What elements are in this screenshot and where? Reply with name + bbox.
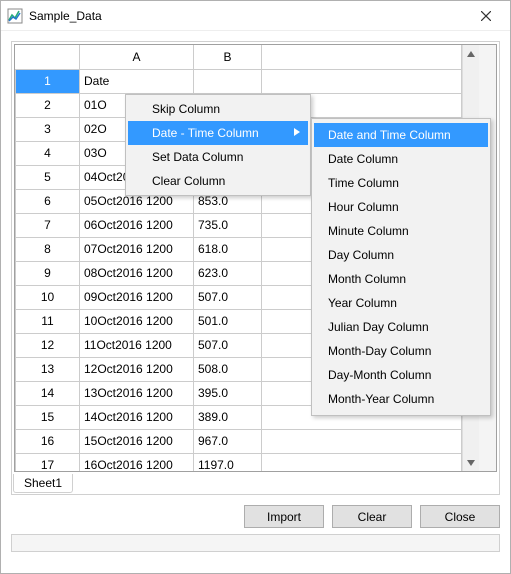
statusbar xyxy=(11,534,500,552)
row-header[interactable]: 12 xyxy=(16,333,80,357)
row-header[interactable]: 11 xyxy=(16,309,80,333)
dialog-body: A B 1Date201O302O403O504Oct2016 1200852.… xyxy=(1,31,510,573)
col-header-b[interactable]: B xyxy=(194,45,262,69)
cell-empty[interactable] xyxy=(262,429,462,453)
row-header[interactable]: 8 xyxy=(16,237,80,261)
cell-a[interactable]: 13Oct2016 1200 xyxy=(80,381,194,405)
scroll-down-icon[interactable] xyxy=(463,454,479,471)
cell-b[interactable]: 623.0 xyxy=(194,261,262,285)
submenu-item[interactable]: Day Column xyxy=(314,243,488,267)
submenu-item[interactable]: Julian Day Column xyxy=(314,315,488,339)
close-icon[interactable] xyxy=(466,2,506,30)
row-header[interactable]: 2 xyxy=(16,93,80,117)
cell-a[interactable]: 08Oct2016 1200 xyxy=(80,261,194,285)
menu-clear-column[interactable]: Clear Column xyxy=(128,169,308,193)
submenu-item[interactable]: Time Column xyxy=(314,171,488,195)
row-header[interactable]: 17 xyxy=(16,453,80,472)
button-row: Import Clear Close xyxy=(11,505,500,528)
cell-a[interactable]: 12Oct2016 1200 xyxy=(80,357,194,381)
submenu-arrow-icon xyxy=(294,128,300,139)
cell-b[interactable]: 967.0 xyxy=(194,429,262,453)
cell-empty[interactable] xyxy=(262,69,462,93)
sheet-tabs: Sheet1 xyxy=(14,472,497,494)
row-header[interactable]: 1 xyxy=(16,69,80,93)
row-header[interactable]: 15 xyxy=(16,405,80,429)
cell-b[interactable]: 1197.0 xyxy=(194,453,262,472)
window-title: Sample_Data xyxy=(29,9,466,23)
tab-sheet1[interactable]: Sheet1 xyxy=(13,474,73,493)
table-row: 1615Oct2016 1200967.0 xyxy=(16,429,462,453)
menu-datetime-column[interactable]: Date - Time Column xyxy=(128,121,308,145)
cell-b[interactable]: 508.0 xyxy=(194,357,262,381)
cell-b[interactable] xyxy=(194,69,262,93)
cell-a[interactable]: 16Oct2016 1200 xyxy=(80,453,194,472)
table-row: 1Date xyxy=(16,69,462,93)
cell-a[interactable]: 06Oct2016 1200 xyxy=(80,213,194,237)
col-header-empty[interactable] xyxy=(262,45,462,69)
row-header[interactable]: 13 xyxy=(16,357,80,381)
cell-a[interactable]: Date xyxy=(80,69,194,93)
cell-a[interactable]: 07Oct2016 1200 xyxy=(80,237,194,261)
submenu-item[interactable]: Month Column xyxy=(314,267,488,291)
app-icon xyxy=(7,8,23,24)
context-menu-column: Skip Column Date - Time Column Set Data … xyxy=(125,94,311,196)
cell-a[interactable]: 09Oct2016 1200 xyxy=(80,285,194,309)
cell-b[interactable]: 618.0 xyxy=(194,237,262,261)
close-button[interactable]: Close xyxy=(420,505,500,528)
row-header[interactable]: 4 xyxy=(16,141,80,165)
submenu-item[interactable]: Minute Column xyxy=(314,219,488,243)
menu-datetime-label: Date - Time Column xyxy=(152,126,259,140)
submenu-item[interactable]: Date and Time Column xyxy=(314,123,488,147)
table-row: 1716Oct2016 12001197.0 xyxy=(16,453,462,472)
cell-b[interactable]: 389.0 xyxy=(194,405,262,429)
cell-empty[interactable] xyxy=(262,453,462,472)
row-header[interactable]: 7 xyxy=(16,213,80,237)
submenu-item[interactable]: Hour Column xyxy=(314,195,488,219)
import-button[interactable]: Import xyxy=(244,505,324,528)
cell-b[interactable]: 507.0 xyxy=(194,285,262,309)
row-header[interactable]: 5 xyxy=(16,165,80,189)
submenu-datetime: Date and Time ColumnDate ColumnTime Colu… xyxy=(311,118,491,416)
row-header[interactable]: 6 xyxy=(16,189,80,213)
submenu-item[interactable]: Year Column xyxy=(314,291,488,315)
clear-button[interactable]: Clear xyxy=(332,505,412,528)
cell-a[interactable]: 11Oct2016 1200 xyxy=(80,333,194,357)
cell-a[interactable]: 15Oct2016 1200 xyxy=(80,429,194,453)
menu-set-data-column[interactable]: Set Data Column xyxy=(128,145,308,169)
submenu-item[interactable]: Month-Year Column xyxy=(314,387,488,411)
corner-cell[interactable] xyxy=(16,45,80,69)
menu-skip-column[interactable]: Skip Column xyxy=(128,97,308,121)
titlebar: Sample_Data xyxy=(1,1,510,31)
row-header[interactable]: 10 xyxy=(16,285,80,309)
cell-b[interactable]: 735.0 xyxy=(194,213,262,237)
row-header[interactable]: 14 xyxy=(16,381,80,405)
scroll-up-icon[interactable] xyxy=(463,45,479,62)
row-header[interactable]: 16 xyxy=(16,429,80,453)
cell-b[interactable]: 501.0 xyxy=(194,309,262,333)
row-header[interactable]: 3 xyxy=(16,117,80,141)
submenu-item[interactable]: Date Column xyxy=(314,147,488,171)
dialog-window: Sample_Data A B 1Date201O302O403 xyxy=(0,0,511,574)
col-header-a[interactable]: A xyxy=(80,45,194,69)
cell-b[interactable]: 395.0 xyxy=(194,381,262,405)
row-header[interactable]: 9 xyxy=(16,261,80,285)
submenu-item[interactable]: Month-Day Column xyxy=(314,339,488,363)
cell-b[interactable]: 507.0 xyxy=(194,333,262,357)
submenu-item[interactable]: Day-Month Column xyxy=(314,363,488,387)
cell-a[interactable]: 14Oct2016 1200 xyxy=(80,405,194,429)
cell-a[interactable]: 10Oct2016 1200 xyxy=(80,309,194,333)
